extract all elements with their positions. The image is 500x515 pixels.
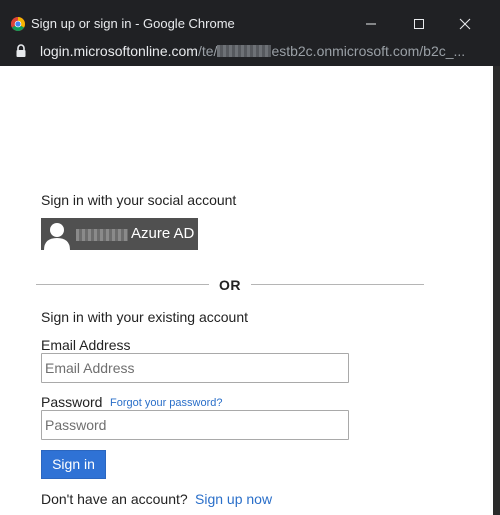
divider-line-left bbox=[36, 284, 209, 285]
maximize-icon bbox=[414, 19, 424, 29]
chrome-icon bbox=[11, 17, 25, 31]
url-host: login.microsoftonline.com bbox=[40, 43, 198, 59]
maximize-button[interactable] bbox=[407, 12, 431, 36]
url-path-start: /te/ bbox=[197, 43, 218, 59]
social-heading: Sign in with your social account bbox=[41, 192, 237, 208]
azure-ad-label: Azure AD bbox=[131, 225, 195, 242]
window-edge bbox=[493, 66, 500, 515]
user-silhouette-icon bbox=[41, 218, 73, 250]
divider-line-right bbox=[251, 284, 424, 285]
sign-in-button[interactable]: Sign in bbox=[41, 450, 106, 479]
url-text[interactable]: login.microsoftonline.com/te/estb2c.onmi… bbox=[40, 42, 465, 60]
azure-ad-button[interactable]: Azure AD bbox=[41, 218, 198, 250]
provider-redacted-name bbox=[76, 229, 128, 241]
lock-icon bbox=[16, 44, 26, 57]
minimize-button[interactable] bbox=[359, 12, 383, 36]
address-bar[interactable]: login.microsoftonline.com/te/estb2c.onmi… bbox=[0, 40, 500, 66]
existing-account-heading: Sign in with your existing account bbox=[41, 309, 248, 325]
page-content bbox=[0, 66, 493, 515]
url-redacted-segment bbox=[217, 45, 272, 57]
no-account-prompt: Don't have an account? bbox=[41, 491, 188, 507]
window-title: Sign up or sign in - Google Chrome bbox=[31, 16, 235, 31]
or-divider-label: OR bbox=[219, 277, 241, 293]
password-input[interactable] bbox=[41, 410, 349, 440]
url-path-end: estb2c.onmicrosoft.com/b2c_... bbox=[271, 43, 466, 59]
password-label: Password bbox=[41, 394, 103, 410]
close-button[interactable] bbox=[453, 12, 477, 36]
email-label: Email Address bbox=[41, 337, 131, 353]
sign-up-link[interactable]: Sign up now bbox=[195, 490, 272, 508]
email-input[interactable] bbox=[41, 353, 349, 383]
forgot-password-link[interactable]: Forgot your password? bbox=[110, 396, 223, 410]
minimize-icon bbox=[366, 23, 376, 25]
close-icon bbox=[459, 18, 471, 30]
browser-window: Sign up or sign in - Google Chrome login… bbox=[0, 0, 500, 515]
title-bar: Sign up or sign in - Google Chrome bbox=[0, 0, 500, 40]
